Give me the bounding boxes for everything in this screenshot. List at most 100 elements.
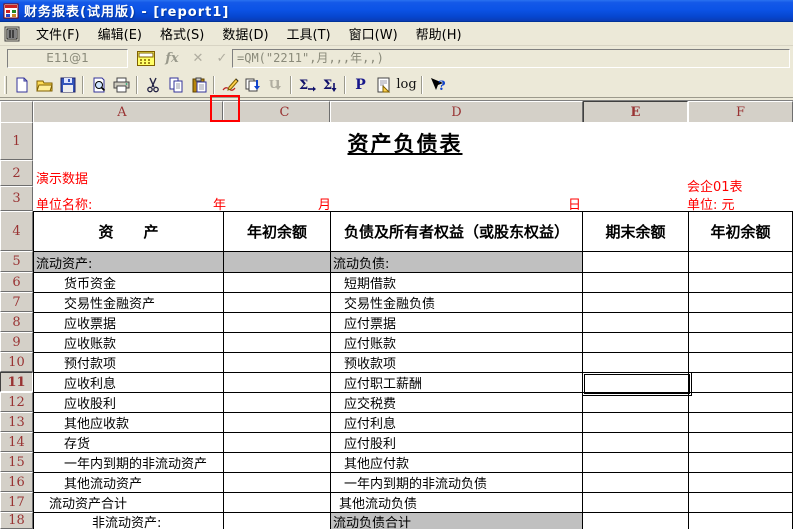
menu-data[interactable]: 数据(D) — [214, 21, 276, 46]
report-title-cell[interactable]: 资产负债表 — [33, 128, 777, 158]
cell-liability-8[interactable]: 应付票据 — [331, 313, 583, 333]
row-header-3[interactable]: 3 — [0, 186, 33, 211]
row-header-17[interactable]: 17 — [0, 492, 33, 512]
cell-liability-12[interactable]: 应交税费 — [331, 393, 583, 413]
demo-note-cell[interactable]: 演示数据 — [36, 168, 88, 187]
sum-column-icon[interactable]: Σ — [318, 74, 341, 96]
cell-end-balance-18[interactable] — [583, 513, 689, 529]
precision-icon[interactable]: P — [349, 74, 372, 96]
menu-help[interactable]: 帮助(H) — [408, 21, 470, 46]
cell-end-balance-15[interactable] — [583, 453, 689, 473]
column-header-d[interactable]: D — [330, 101, 583, 123]
function-wizard-button[interactable]: fx — [162, 49, 182, 68]
cell-liability-14[interactable]: 应付股利 — [331, 433, 583, 453]
row-header-6[interactable]: 6 — [0, 272, 33, 292]
menu-format[interactable]: 格式(S) — [152, 21, 212, 46]
cell-end-balance-5[interactable] — [583, 252, 689, 273]
cell-end-balance-8[interactable] — [583, 313, 689, 333]
cell-asset-17[interactable]: 流动资产合计 — [34, 493, 224, 513]
row-header-9[interactable]: 9 — [0, 332, 33, 352]
cell-begin-balance-16[interactable] — [224, 473, 331, 493]
header-liabilities[interactable]: 负债及所有者权益（或股东权益） — [331, 212, 583, 252]
cell-liability-15[interactable]: 其他应付款 — [331, 453, 583, 473]
cell-end-balance-12[interactable] — [583, 393, 689, 413]
toolbar-grip[interactable] — [4, 75, 7, 94]
cell-liability-11[interactable]: 应付职工薪酬 — [331, 373, 583, 393]
document-icon[interactable] — [4, 26, 20, 42]
column-header-f[interactable]: F — [688, 101, 793, 123]
active-cell-cursor[interactable] — [582, 372, 692, 396]
cell-liability-18[interactable]: 流动负债合计 — [331, 513, 583, 529]
cell-end-balance-7[interactable] — [583, 293, 689, 313]
row-header-16[interactable]: 16 — [0, 472, 33, 492]
cell-asset-18[interactable]: 非流动资产: — [34, 513, 224, 529]
row-header-13[interactable]: 13 — [0, 412, 33, 432]
cell-asset-10[interactable]: 预付款项 — [34, 353, 224, 373]
row-header-1[interactable]: 1 — [0, 122, 33, 160]
cell-begin-balance-10[interactable] — [224, 353, 331, 373]
menu-window[interactable]: 窗口(W) — [341, 21, 406, 46]
cell-begin-balance2-16[interactable] — [689, 473, 793, 493]
select-all-corner[interactable] — [0, 101, 33, 123]
cell-liability-5[interactable]: 流动负债: — [331, 252, 583, 273]
calculator-icon[interactable] — [136, 49, 156, 68]
column-header-e[interactable]: E — [583, 101, 688, 123]
title-bar[interactable]: 财务报表(试用版) - [report1] — [0, 0, 793, 22]
copy-icon[interactable] — [164, 74, 187, 96]
cell-begin-balance-9[interactable] — [224, 333, 331, 353]
row-header-4[interactable]: 4 — [0, 211, 33, 251]
row-header-8[interactable]: 8 — [0, 312, 33, 332]
cell-liability-9[interactable]: 应付账款 — [331, 333, 583, 353]
cell-begin-balance2-6[interactable] — [689, 273, 793, 293]
cut-icon[interactable] — [141, 74, 164, 96]
column-header-a[interactable]: A — [33, 101, 211, 123]
row-header-7[interactable]: 7 — [0, 292, 33, 312]
cell-asset-16[interactable]: 其他流动资产 — [34, 473, 224, 493]
cell-asset-11[interactable]: 应收利息 — [34, 373, 224, 393]
menu-tools[interactable]: 工具(T) — [279, 21, 339, 46]
cell-asset-13[interactable]: 其他应收款 — [34, 413, 224, 433]
help-icon[interactable]: ? — [426, 74, 449, 96]
cell-begin-balance2-7[interactable] — [689, 293, 793, 313]
cell-begin-balance-18[interactable] — [224, 513, 331, 529]
cell-begin-balance-6[interactable] — [224, 273, 331, 293]
cell-begin-balance-5[interactable] — [224, 252, 331, 273]
cell-end-balance-17[interactable] — [583, 493, 689, 513]
cell-end-balance-14[interactable] — [583, 433, 689, 453]
cell-liability-7[interactable]: 交易性金融负债 — [331, 293, 583, 313]
print-preview-icon[interactable] — [87, 74, 110, 96]
cell-liability-10[interactable]: 预收款项 — [331, 353, 583, 373]
menu-file[interactable]: 文件(F) — [28, 21, 88, 46]
header-begin-balance[interactable]: 年初余额 — [224, 212, 331, 252]
cell-begin-balance-15[interactable] — [224, 453, 331, 473]
cell-begin-balance2-8[interactable] — [689, 313, 793, 333]
cell-begin-balance2-18[interactable] — [689, 513, 793, 529]
header-end-balance[interactable]: 期末余额 — [583, 212, 689, 252]
form-code-cell[interactable]: 会企01表 — [687, 176, 743, 195]
page-flip-icon[interactable] — [372, 74, 395, 96]
audit-pen-icon[interactable] — [218, 74, 241, 96]
cell-liability-17[interactable]: 其他流动负债 — [331, 493, 583, 513]
row-header-14[interactable]: 14 — [0, 432, 33, 452]
paste-icon[interactable] — [187, 74, 210, 96]
cell-begin-balance-8[interactable] — [224, 313, 331, 333]
cell-begin-balance2-9[interactable] — [689, 333, 793, 353]
cell-begin-balance2-5[interactable] — [689, 252, 793, 273]
cell-asset-5[interactable]: 流动资产: — [34, 252, 224, 273]
row-header-5[interactable]: 5 — [0, 251, 33, 272]
cell-end-balance-13[interactable] — [583, 413, 689, 433]
cell-end-balance-9[interactable] — [583, 333, 689, 353]
cell-begin-balance-7[interactable] — [224, 293, 331, 313]
cell-asset-8[interactable]: 应收票据 — [34, 313, 224, 333]
spreadsheet-grid[interactable]: 1 2 3 4 5 6 7 8 9 10 11 12 13 14 15 16 17 18 资产负债表 演示数据 会… — [0, 122, 793, 529]
cell-begin-balance2-11[interactable] — [689, 373, 793, 393]
row-header-11[interactable]: 11 — [0, 372, 33, 392]
cell-begin-balance2-13[interactable] — [689, 413, 793, 433]
header-begin-balance-2[interactable]: 年初余额 — [689, 212, 793, 252]
cell-liability-6[interactable]: 短期借款 — [331, 273, 583, 293]
cell-begin-balance2-14[interactable] — [689, 433, 793, 453]
row-header-12[interactable]: 12 — [0, 392, 33, 412]
cell-asset-15[interactable]: 一年内到期的非流动资产 — [34, 453, 224, 473]
cell-end-balance-10[interactable] — [583, 353, 689, 373]
cell-liability-13[interactable]: 应付利息 — [331, 413, 583, 433]
